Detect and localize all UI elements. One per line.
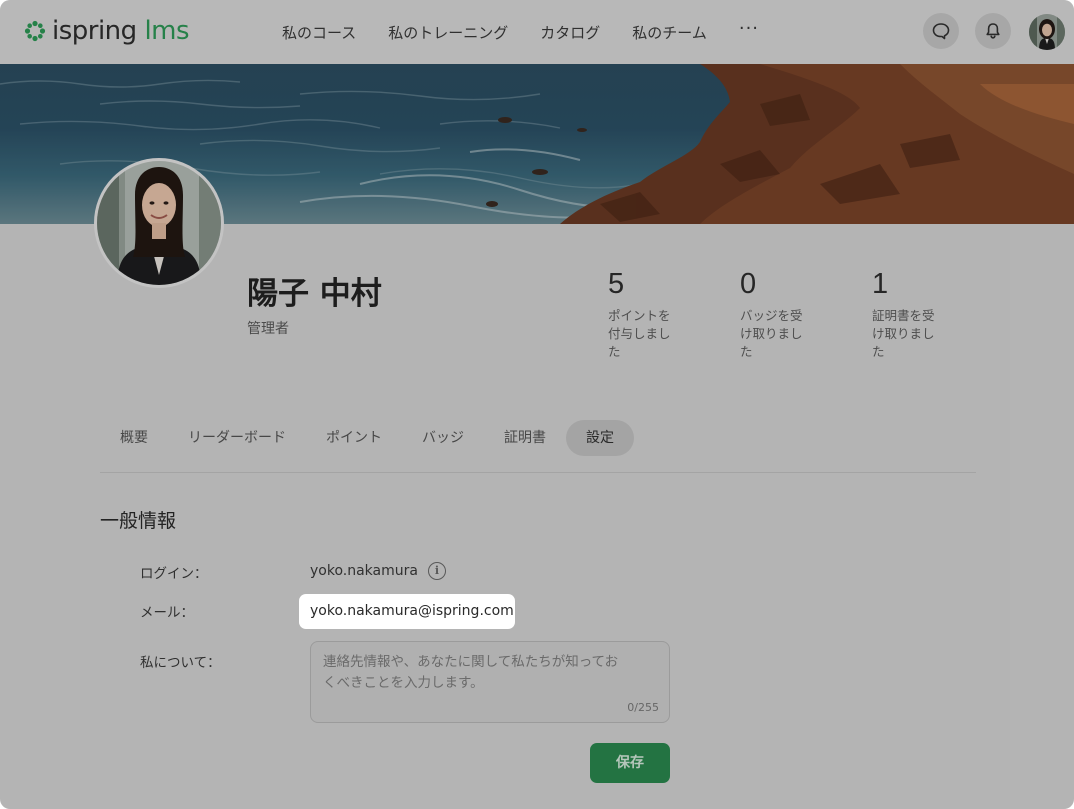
tab-certificates[interactable]: 証明書: [484, 420, 566, 456]
logo-text: ispring: [52, 16, 137, 46]
profile-avatar: [94, 158, 224, 288]
about-label: 私について：: [140, 655, 221, 671]
stat-points-label: ポイントを付与しました: [608, 308, 671, 359]
email-value: yoko.nakamura@ispring.com: [310, 603, 514, 619]
stat-certificates: 1 証明書を受け取りました: [872, 268, 957, 361]
tab-leaderboard[interactable]: リーダーボード: [168, 420, 306, 456]
avatar: [1029, 14, 1065, 50]
main-nav: 私のコース 私のトレーニング カタログ 私のチーム ···: [282, 20, 759, 43]
stat-certificates-value: 1: [872, 268, 889, 300]
app-window: ispring lms 私のコース 私のトレーニング カタログ 私のチーム ··…: [0, 0, 1074, 809]
chat-icon: [932, 23, 950, 40]
nav-my-team[interactable]: 私のチーム: [632, 22, 707, 43]
top-bar: ispring lms 私のコース 私のトレーニング カタログ 私のチーム ··…: [0, 0, 1074, 64]
stat-badges: 0 バッジを受け取りました: [740, 268, 825, 361]
stat-points: 5 ポイントを付与しました: [608, 268, 693, 361]
login-value: yoko.nakamura: [310, 563, 418, 579]
stat-badges-value: 0: [740, 268, 757, 300]
tab-settings[interactable]: 設定: [566, 420, 634, 456]
about-char-counter: 0/255: [627, 701, 659, 714]
stat-badges-label: バッジを受け取りました: [740, 308, 803, 359]
email-field[interactable]: yoko.nakamura@ispring.com: [299, 594, 515, 629]
nav-my-training[interactable]: 私のトレーニング: [388, 22, 508, 43]
profile-name: 陽子 中村: [247, 276, 382, 312]
profile-role: 管理者: [247, 321, 289, 337]
more-menu-button[interactable]: ···: [739, 20, 759, 43]
email-label: メール：: [140, 605, 194, 621]
nav-catalog[interactable]: カタログ: [540, 22, 600, 43]
profile-tabs: 概要 リーダーボード ポイント バッジ 証明書 設定: [100, 420, 634, 456]
logo-lms-text: lms: [144, 16, 190, 46]
stat-certificates-label: 証明書を受け取りました: [872, 308, 935, 359]
tab-badges[interactable]: バッジ: [402, 420, 484, 456]
nav-my-courses[interactable]: 私のコース: [282, 22, 356, 43]
tabs-divider: [100, 472, 976, 473]
logo[interactable]: ispring lms: [24, 16, 190, 46]
tab-points[interactable]: ポイント: [306, 420, 402, 456]
notifications-button[interactable]: [975, 13, 1011, 49]
login-label: ログイン：: [140, 566, 208, 582]
profile-photo: [97, 161, 221, 285]
user-avatar-menu[interactable]: [1029, 14, 1065, 50]
bell-icon: [986, 23, 1000, 39]
login-value-row: yoko.nakamura i: [310, 562, 446, 580]
logo-icon: [24, 20, 46, 42]
chat-button[interactable]: [923, 13, 959, 49]
save-button[interactable]: 保存: [590, 743, 670, 783]
info-icon[interactable]: i: [427, 562, 446, 580]
about-textarea[interactable]: 連絡先情報や、あなたに関して私たちが知っておくべきことを入力します。 0/255: [310, 641, 670, 723]
about-placeholder: 連絡先情報や、あなたに関して私たちが知っておくべきことを入力します。: [323, 654, 619, 691]
stat-points-value: 5: [608, 268, 625, 300]
section-title: 一般情報: [100, 510, 177, 532]
tab-overview[interactable]: 概要: [100, 420, 168, 456]
